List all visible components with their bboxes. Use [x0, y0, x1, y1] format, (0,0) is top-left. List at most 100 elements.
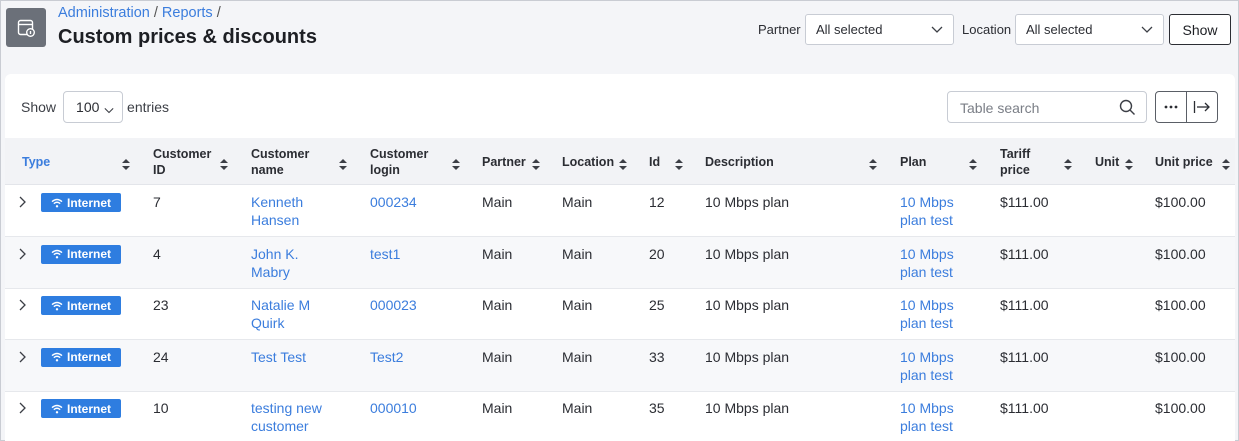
- location-cell: Main: [562, 194, 593, 210]
- sort-icon[interactable]: [1064, 157, 1072, 173]
- sort-icon[interactable]: [122, 157, 130, 173]
- show-button[interactable]: Show: [1169, 14, 1231, 45]
- location-filter-select[interactable]: All selected: [1015, 14, 1164, 45]
- plan-link[interactable]: 10 Mbps plan test: [900, 399, 954, 435]
- breadcrumb: Administration / Reports /: [58, 5, 225, 21]
- column-header-unit[interactable]: Unit: [1095, 138, 1119, 185]
- location-filter-value: All selected: [1026, 22, 1093, 37]
- customer-login-link[interactable]: test1: [370, 245, 400, 263]
- sort-icon[interactable]: [452, 157, 460, 173]
- column-header-tariff-price[interactable]: Tariff price: [1000, 138, 1030, 185]
- column-header-label: Unit price: [1155, 154, 1213, 169]
- sort-icon[interactable]: [339, 157, 347, 173]
- partner-cell: Main: [482, 245, 513, 262]
- column-header-label: Customer name: [251, 146, 310, 177]
- id-cell: 25: [649, 297, 665, 314]
- chevron-right-icon[interactable]: [18, 350, 28, 366]
- entries-show-label: Show: [21, 99, 57, 115]
- customer-name-link[interactable]: John K. Mabry: [251, 245, 298, 281]
- customer-login-link[interactable]: 000234: [370, 193, 417, 211]
- table-header: Type Customer ID Customer name Customer log…: [5, 138, 1235, 185]
- column-header-customer-name[interactable]: Customer name: [251, 138, 309, 185]
- customer-id-cell: 23: [153, 297, 169, 314]
- chevron-right-icon[interactable]: [18, 195, 28, 211]
- column-header-type[interactable]: Type: [22, 138, 50, 185]
- table-row: Internet 7 Kenneth Hansen 000234 Main Mai…: [5, 185, 1235, 237]
- table-search-placeholder: Table search: [960, 100, 1040, 116]
- sort-icon[interactable]: [969, 157, 977, 173]
- entries-per-page-select[interactable]: 100: [63, 91, 124, 123]
- customer-name-link[interactable]: Kenneth Hansen: [251, 193, 303, 229]
- partner-cell: Main: [482, 194, 513, 210]
- column-header-unit-price[interactable]: Unit price: [1155, 138, 1213, 185]
- sort-icon[interactable]: [1222, 157, 1230, 173]
- export-button[interactable]: [1186, 92, 1217, 122]
- column-header-partner[interactable]: Partner: [482, 138, 526, 185]
- customer-login-link[interactable]: 000010: [370, 399, 417, 417]
- partner-filter-label: Partner: [758, 22, 801, 37]
- column-header-label: Plan: [900, 154, 927, 169]
- column-header-customer-id[interactable]: Customer ID: [153, 138, 211, 185]
- customer-id-cell: 10: [153, 400, 169, 417]
- plan-link[interactable]: 10 Mbps plan test: [900, 348, 954, 384]
- customer-name-link[interactable]: Natalie M Quirk: [251, 296, 310, 332]
- customer-name-link[interactable]: Test Test: [251, 348, 306, 366]
- id-cell: 35: [649, 400, 665, 417]
- unit-price-cell: $100.00: [1155, 245, 1206, 262]
- more-horizontal-icon: [1164, 105, 1178, 109]
- customer-name-link[interactable]: testing new customer: [251, 399, 322, 435]
- wifi-icon: [51, 353, 63, 362]
- column-header-label: Partner: [482, 154, 526, 169]
- customer-id-cell: 24: [153, 348, 169, 365]
- unit-price-cell: $100.00: [1155, 297, 1206, 314]
- page-title: Custom prices & discounts: [58, 26, 317, 48]
- chevron-right-icon[interactable]: [18, 247, 28, 263]
- description-cell: 10 Mbps plan: [705, 348, 790, 365]
- sort-icon[interactable]: [675, 157, 683, 173]
- unit-price-cell: $100.00: [1155, 194, 1206, 210]
- column-header-label: Customer ID: [153, 146, 212, 177]
- report-table-card: Show 100 entries Table search Type Custo…: [5, 74, 1235, 441]
- partner-cell: Main: [482, 297, 513, 314]
- plan-link[interactable]: 10 Mbps plan test: [900, 296, 954, 332]
- id-cell: 33: [649, 348, 665, 365]
- location-cell: Main: [562, 245, 593, 262]
- column-header-location[interactable]: Location: [562, 138, 614, 185]
- column-header-description[interactable]: Description: [705, 138, 774, 185]
- entries-per-page-value: 100: [76, 99, 100, 115]
- chevron-right-icon[interactable]: [18, 401, 28, 417]
- wifi-icon: [51, 404, 63, 414]
- breadcrumb-reports[interactable]: Reports: [162, 5, 213, 21]
- plan-link[interactable]: 10 Mbps plan test: [900, 193, 954, 229]
- customer-login-link[interactable]: 000023: [370, 296, 417, 314]
- plan-link[interactable]: 10 Mbps plan test: [900, 245, 954, 281]
- sort-icon[interactable]: [1125, 157, 1133, 173]
- sort-icon[interactable]: [220, 157, 228, 173]
- table-row: Internet 4 John K. Mabry test1 Main Main …: [5, 236, 1235, 289]
- sort-icon[interactable]: [532, 157, 540, 173]
- partner-filter-select[interactable]: All selected: [805, 14, 954, 45]
- report-icon: [6, 8, 46, 47]
- column-header-customer-login[interactable]: Customer login: [370, 138, 428, 185]
- service-type-label: Internet: [66, 298, 111, 313]
- partner-filter-value: All selected: [816, 22, 883, 37]
- wifi-icon: [51, 198, 63, 207]
- breadcrumb-administration[interactable]: Administration: [58, 5, 150, 21]
- customer-login-link[interactable]: Test2: [370, 348, 403, 366]
- column-header-label: Type: [22, 154, 51, 169]
- location-cell: Main: [562, 400, 593, 417]
- search-icon[interactable]: [1119, 99, 1136, 119]
- table-search-input[interactable]: Table search: [947, 91, 1147, 123]
- table-row: Internet 24 Test Test Test2 Main Main 33…: [5, 339, 1235, 392]
- chevron-right-icon[interactable]: [18, 298, 28, 314]
- sort-icon[interactable]: [869, 157, 877, 173]
- more-options-button[interactable]: [1156, 92, 1186, 122]
- column-header-id[interactable]: Id: [649, 138, 660, 185]
- sort-icon[interactable]: [619, 157, 627, 173]
- wifi-icon: [51, 249, 63, 259]
- service-type-label: Internet: [66, 195, 111, 210]
- column-header-label: Description: [705, 154, 774, 169]
- location-cell: Main: [562, 348, 593, 365]
- partner-cell: Main: [482, 348, 513, 365]
- column-header-plan[interactable]: Plan: [900, 138, 926, 185]
